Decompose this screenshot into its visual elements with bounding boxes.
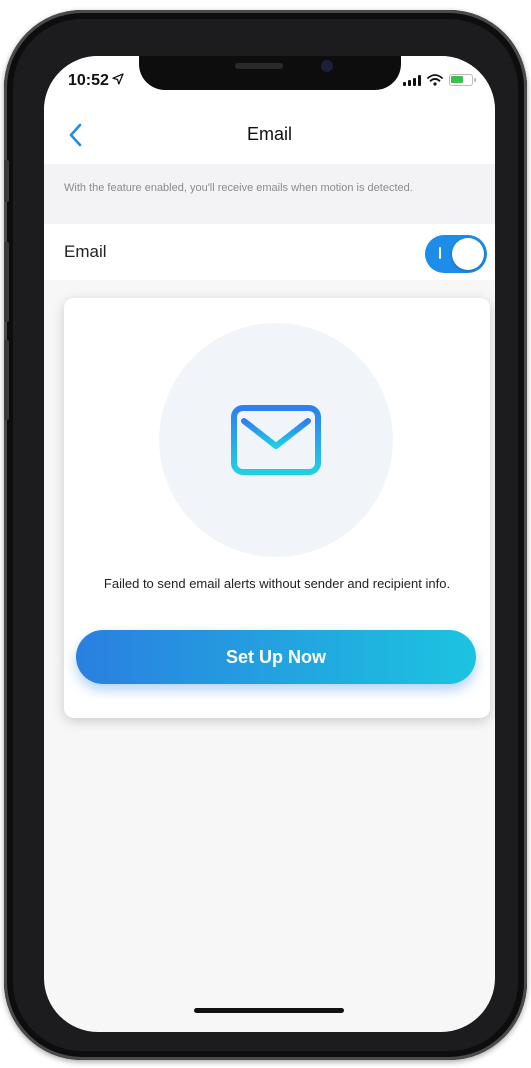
navigation-bar: Email xyxy=(44,106,495,164)
email-setup-card: Failed to send email alerts without send… xyxy=(64,298,490,718)
phone-frame: 10:52 Email With the feature enabled, yo… xyxy=(4,10,527,1060)
setup-error-message: Failed to send email alerts without send… xyxy=(103,576,451,591)
status-time: 10:52 xyxy=(68,72,109,89)
mute-switch xyxy=(4,160,9,202)
wifi-icon xyxy=(427,74,443,86)
page-title: Email xyxy=(246,124,292,144)
toggle-on-indicator xyxy=(439,247,441,259)
status-indicators xyxy=(403,74,476,86)
toggle-knob xyxy=(452,238,484,270)
battery-charging-icon xyxy=(449,74,476,86)
cellular-signal-icon xyxy=(403,74,421,86)
volume-up-button xyxy=(4,242,9,322)
location-arrow-icon xyxy=(112,73,124,85)
email-toggle-label: Email xyxy=(64,242,107,261)
front-camera-icon xyxy=(321,60,333,72)
feature-description: With the feature enabled, you'll receive… xyxy=(64,182,413,194)
home-indicator[interactable] xyxy=(194,1008,344,1013)
volume-down-button xyxy=(4,340,9,420)
email-toggle-switch[interactable] xyxy=(425,235,487,273)
envelope-icon xyxy=(231,405,321,475)
speaker-grille xyxy=(235,63,283,69)
phone-screen: 10:52 Email With the feature enabled, yo… xyxy=(44,56,495,1032)
description-section: With the feature enabled, you'll receive… xyxy=(44,164,495,224)
notch xyxy=(139,56,401,90)
set-up-now-button[interactable]: Set Up Now xyxy=(76,630,476,684)
email-toggle-row: Email xyxy=(44,224,495,280)
